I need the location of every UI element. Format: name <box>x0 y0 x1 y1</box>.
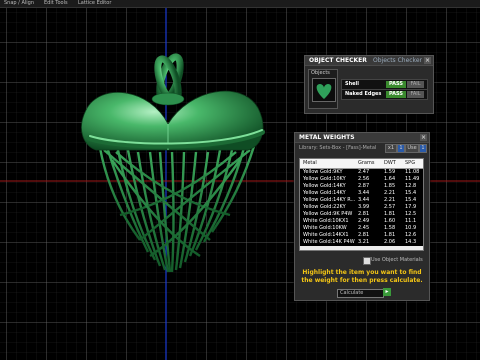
check-label: Shell <box>345 81 359 87</box>
column-spg[interactable]: SPG <box>405 159 415 168</box>
check-row-naked-edges: Naked Edges PASS FAIL <box>341 89 428 100</box>
table-row[interactable]: Yellow Gold:9K P4W 2.81 1.81 12.5 <box>300 211 423 218</box>
table-row[interactable]: White Gold:10KW 2.45 1.58 10.9 <box>300 225 423 232</box>
metal-table[interactable]: Metal Grams DWT SPG Yellow Gold:9KY 2.47 1… <box>299 158 424 251</box>
table-row[interactable]: Yellow Gold:10KY 2.56 1.64 11.49 <box>300 176 423 183</box>
pass-badge: PASS <box>386 91 406 98</box>
table-row[interactable]: Yellow Gold:14KY R... 3.44 2.21 15.4 <box>300 197 423 204</box>
table-row[interactable]: Yellow Gold:22KY 3.99 2.57 17.9 <box>300 204 423 211</box>
column-grams[interactable]: Grams <box>358 159 374 168</box>
use-object-materials-checkbox[interactable] <box>363 257 371 265</box>
calculate-go-icon[interactable]: ▸ <box>383 288 391 296</box>
table-row[interactable]: Yellow Gold:9KY 2.47 1.59 11.08 <box>300 169 423 176</box>
multiplier-spin[interactable]: 1 <box>397 144 405 153</box>
column-metal[interactable]: Metal <box>303 159 317 168</box>
use-spin[interactable]: 1 <box>419 144 427 153</box>
check-label: Naked Edges <box>345 91 382 97</box>
close-icon[interactable]: × <box>424 57 431 64</box>
close-icon[interactable]: × <box>420 134 427 141</box>
table-row[interactable]: White Gold:14KX1 2.81 1.81 12.6 <box>300 232 423 239</box>
library-label: Library: Sets-Box - [Fass]-Metal <box>299 145 377 151</box>
menu-item-snap[interactable]: Snap / Align <box>4 0 34 6</box>
fail-badge: FAIL <box>407 81 424 88</box>
table-row[interactable]: Yellow Gold:14KY 2.87 1.85 12.8 <box>300 183 423 190</box>
multiplier-field[interactable]: x1 <box>385 144 397 153</box>
use-object-materials-label: Use Object Materials <box>371 257 423 263</box>
table-row[interactable]: White Gold:10KX1 2.49 1.60 11.1 <box>300 218 423 225</box>
hint-text: Highlight the item you want to find the … <box>301 269 423 284</box>
calculate-field[interactable]: Calculate <box>337 289 384 298</box>
object-checker-panel: OBJECT CHECKER Objects Checker × Objects… <box>304 55 434 114</box>
column-dwt[interactable]: DWT <box>384 159 396 168</box>
fail-badge: FAIL <box>407 91 424 98</box>
table-header: Metal Grams DWT SPG <box>300 159 423 169</box>
pass-badge: PASS <box>386 81 406 88</box>
use-field[interactable]: Use <box>405 144 419 153</box>
objects-label: Objects <box>311 70 330 76</box>
menu-item-edit-tools[interactable]: Edit Tools <box>44 0 68 6</box>
menu-item-lattice[interactable]: Lattice Editor <box>78 0 111 6</box>
object-thumbnail[interactable] <box>312 78 336 102</box>
tab-objects-checker[interactable]: Objects Checker <box>373 56 422 65</box>
metal-weights-panel: METAL WEIGHTS × Library: Sets-Box - [Fas… <box>294 132 430 301</box>
metal-weights-title: METAL WEIGHTS × <box>295 133 429 143</box>
table-row[interactable]: White Gold:14K P4W 3.21 2.06 14.3 <box>300 239 423 246</box>
table-row[interactable]: Yellow Gold:14KY 3.44 2.21 15.4 <box>300 190 423 197</box>
top-menu-bar: Snap / Align Edit Tools Lattice Editor <box>0 0 480 8</box>
object-checker-title: OBJECT CHECKER Objects Checker × <box>305 56 433 66</box>
heart-thumbnail-icon <box>316 84 332 99</box>
objects-box: Objects <box>308 69 338 109</box>
